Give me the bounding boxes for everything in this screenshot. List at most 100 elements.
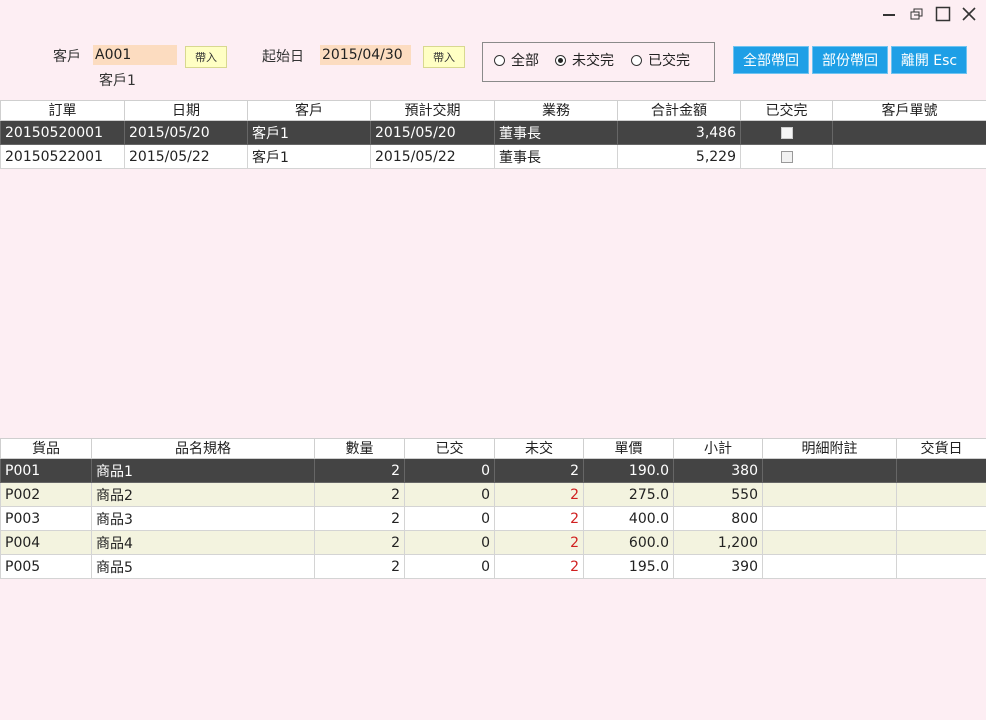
- col-customer[interactable]: 客戶: [247, 100, 371, 121]
- radio-undelivered-indicator: [555, 54, 566, 66]
- col-note[interactable]: 明細附註: [762, 438, 897, 459]
- col-date[interactable]: 日期: [124, 100, 248, 121]
- item-code-cell: P003: [0, 506, 92, 531]
- col-item-code[interactable]: 貨品: [0, 438, 92, 459]
- col-sales[interactable]: 業務: [494, 100, 618, 121]
- note-cell: [762, 482, 897, 507]
- item-code-cell: P002: [0, 482, 92, 507]
- delivered-cell: 0: [404, 554, 495, 579]
- col-pending[interactable]: 未交: [494, 438, 584, 459]
- col-order[interactable]: 訂單: [0, 100, 125, 121]
- maximize-icon: [935, 6, 951, 22]
- restore-icon: [910, 8, 923, 20]
- orders-header-row: 訂單 日期 客戶 預計交期 業務 合計金額 已交完 客戶單號: [0, 100, 986, 121]
- quantity-cell: 2: [314, 506, 405, 531]
- completed-checkbox[interactable]: [780, 150, 793, 163]
- start-date-field[interactable]: 2015/04/30: [320, 45, 411, 65]
- pending-cell: 2: [494, 554, 584, 579]
- start-date-label: 起始日: [262, 49, 304, 65]
- completed-checkbox[interactable]: [780, 126, 793, 139]
- return-all-button[interactable]: 全部帶回: [733, 46, 809, 74]
- due-date-cell: 2015/05/22: [370, 144, 495, 169]
- unit-price-cell: 190.0: [583, 458, 674, 483]
- completed-cell: [740, 120, 833, 145]
- col-unit-price[interactable]: 單價: [583, 438, 674, 459]
- radio-delivered[interactable]: 已交完: [631, 50, 690, 70]
- subtotal-cell: 390: [673, 554, 763, 579]
- note-cell: [762, 458, 897, 483]
- radio-delivered-indicator: [631, 54, 642, 66]
- item-name-cell: 商品4: [91, 530, 315, 555]
- pending-cell: 2: [494, 530, 584, 555]
- details-header-row: 貨品 品名規格 數量 已交 未交 單價 小計 明細附註 交貨日: [0, 438, 986, 459]
- customer-import-button[interactable]: 帶入: [185, 46, 227, 68]
- item-name-cell: 商品2: [91, 482, 315, 507]
- customer-no-cell: [832, 144, 986, 169]
- table-row[interactable]: P001 商品1 2 0 2 190.0 380: [0, 458, 986, 483]
- delivery-date-cell: [896, 458, 986, 483]
- table-row[interactable]: 20150520001 2015/05/20 客戶1 2015/05/20 董事…: [0, 120, 986, 145]
- delivery-date-cell: [896, 482, 986, 507]
- restore-button[interactable]: [906, 4, 928, 24]
- minimize-button[interactable]: [878, 4, 900, 24]
- delivered-cell: 0: [404, 458, 495, 483]
- return-partial-button[interactable]: 部份帶回: [812, 46, 888, 74]
- pending-cell: 2: [494, 458, 584, 483]
- orders-table: 訂單 日期 客戶 預計交期 業務 合計金額 已交完 客戶單號 201505200…: [0, 100, 986, 169]
- item-code-cell: P001: [0, 458, 92, 483]
- col-subtotal[interactable]: 小計: [673, 438, 763, 459]
- note-cell: [762, 554, 897, 579]
- col-delivery-date[interactable]: 交貨日: [896, 438, 986, 459]
- customer-code-field[interactable]: A001: [93, 45, 177, 65]
- customer-cell: 客戶1: [247, 120, 371, 145]
- col-item-name[interactable]: 品名規格: [91, 438, 315, 459]
- quantity-cell: 2: [314, 458, 405, 483]
- close-icon: [962, 7, 976, 21]
- order-cell: 20150522001: [0, 144, 125, 169]
- col-delivered[interactable]: 已交: [404, 438, 495, 459]
- note-cell: [762, 530, 897, 555]
- item-name-cell: 商品3: [91, 506, 315, 531]
- table-row[interactable]: 20150522001 2015/05/22 客戶1 2015/05/22 董事…: [0, 144, 986, 169]
- table-row[interactable]: P002 商品2 2 0 2 275.0 550: [0, 482, 986, 507]
- total-cell: 3,486: [617, 120, 741, 145]
- item-code-cell: P004: [0, 530, 92, 555]
- table-row[interactable]: P003 商品3 2 0 2 400.0 800: [0, 506, 986, 531]
- customer-name-text: 客戶1: [99, 73, 136, 89]
- radio-undelivered[interactable]: 未交完: [555, 50, 614, 70]
- customer-cell: 客戶1: [247, 144, 371, 169]
- col-total[interactable]: 合計金額: [617, 100, 741, 121]
- maximize-button[interactable]: [932, 4, 954, 24]
- item-name-cell: 商品1: [91, 458, 315, 483]
- subtotal-cell: 800: [673, 506, 763, 531]
- radio-all[interactable]: 全部: [494, 50, 539, 70]
- delivery-date-cell: [896, 506, 986, 531]
- col-completed[interactable]: 已交完: [740, 100, 833, 121]
- col-quantity[interactable]: 數量: [314, 438, 405, 459]
- customer-label: 客戶: [53, 49, 81, 65]
- table-row[interactable]: P005 商品5 2 0 2 195.0 390: [0, 554, 986, 579]
- subtotal-cell: 1,200: [673, 530, 763, 555]
- subtotal-cell: 380: [673, 458, 763, 483]
- unit-price-cell: 195.0: [583, 554, 674, 579]
- subtotal-cell: 550: [673, 482, 763, 507]
- order-cell: 20150520001: [0, 120, 125, 145]
- unit-price-cell: 400.0: [583, 506, 674, 531]
- radio-all-label: 全部: [511, 53, 539, 69]
- completed-cell: [740, 144, 833, 169]
- date-import-button[interactable]: 帶入: [423, 46, 465, 68]
- date-cell: 2015/05/22: [124, 144, 248, 169]
- col-customer-no[interactable]: 客戶單號: [832, 100, 986, 121]
- delivered-cell: 0: [404, 506, 495, 531]
- quantity-cell: 2: [314, 482, 405, 507]
- sales-cell: 董事長: [494, 144, 618, 169]
- radio-delivered-label: 已交完: [648, 53, 690, 69]
- col-due-date[interactable]: 預計交期: [370, 100, 495, 121]
- delivered-cell: 0: [404, 482, 495, 507]
- total-cell: 5,229: [617, 144, 741, 169]
- exit-button[interactable]: 離開 Esc: [891, 46, 967, 74]
- note-cell: [762, 506, 897, 531]
- radio-all-indicator: [494, 54, 505, 66]
- table-row[interactable]: P004 商品4 2 0 2 600.0 1,200: [0, 530, 986, 555]
- close-button[interactable]: [958, 4, 980, 24]
